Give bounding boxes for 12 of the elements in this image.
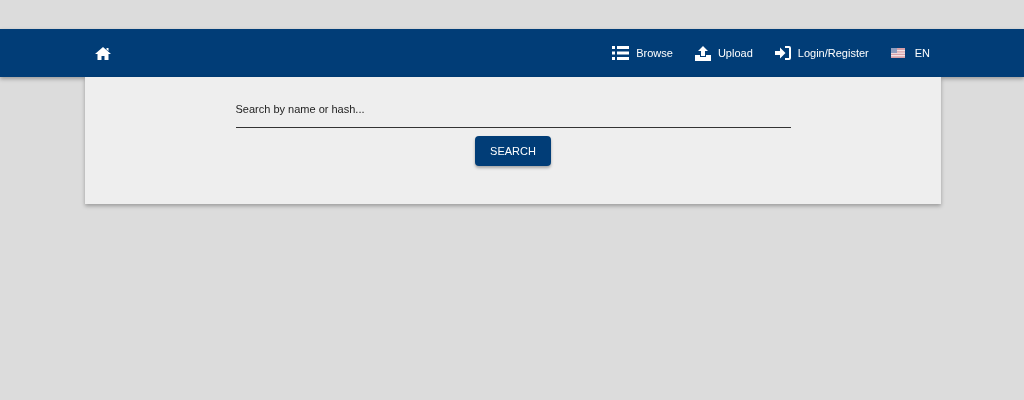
nav-link[interactable]: Login/Register bbox=[774, 44, 869, 62]
search-button[interactable]: SEARCH bbox=[475, 135, 551, 166]
nav-link[interactable]: Browse bbox=[612, 44, 673, 62]
language-selector[interactable]: EN bbox=[890, 44, 930, 62]
login-icon bbox=[774, 46, 791, 60]
home-icon bbox=[95, 46, 111, 60]
search-field[interactable]: Search by name or hash... bbox=[235, 93, 791, 128]
upload-icon bbox=[694, 45, 711, 61]
flag-icon bbox=[890, 48, 905, 58]
list-icon bbox=[612, 46, 630, 60]
home-link[interactable] bbox=[95, 46, 111, 60]
nav-link[interactable]: Upload bbox=[694, 44, 753, 62]
